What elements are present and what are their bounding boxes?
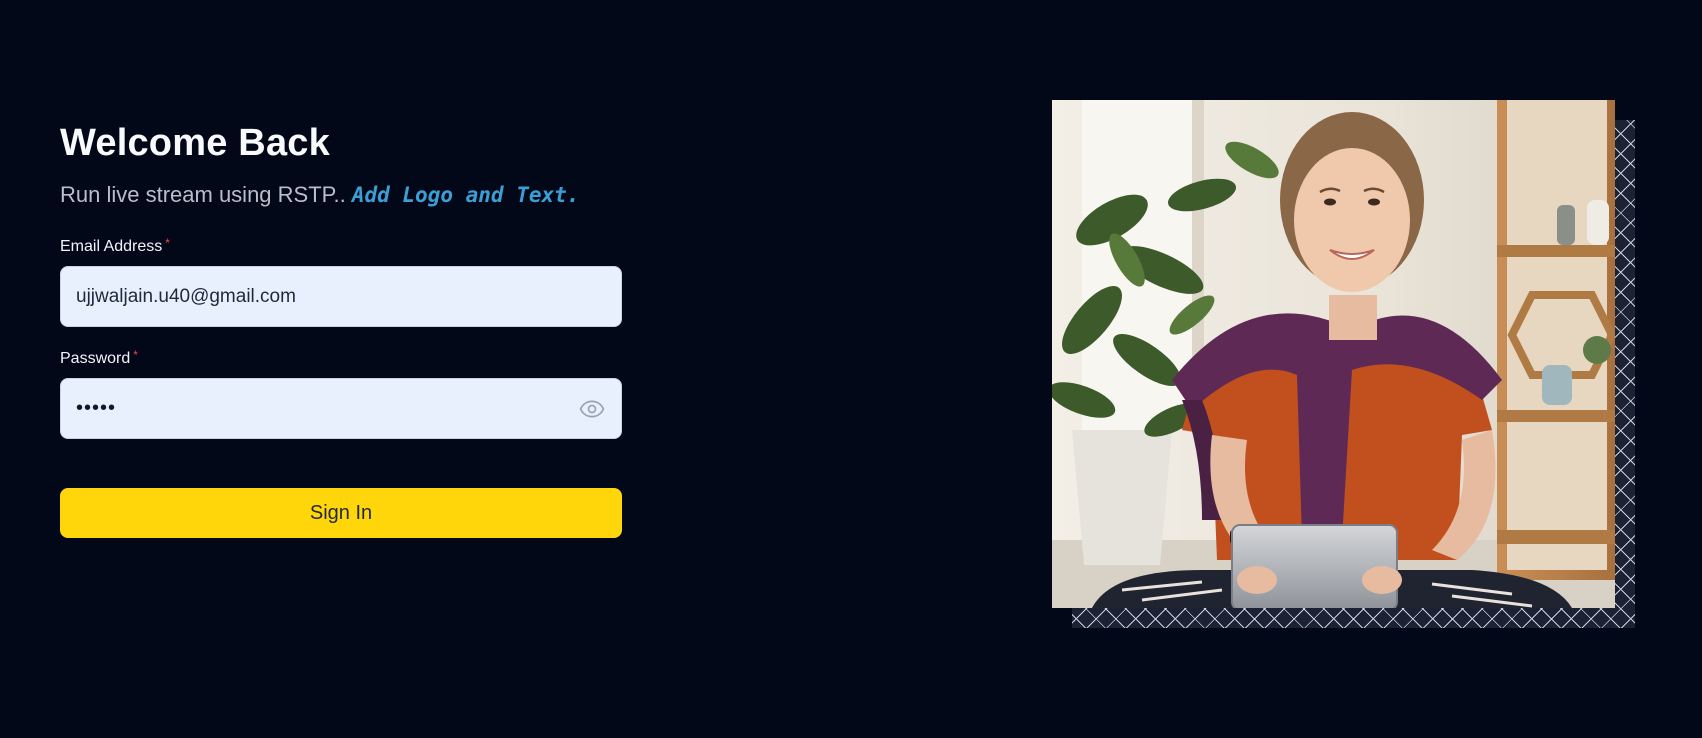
sign-in-button[interactable]: Sign In [60,488,622,538]
email-label: Email Address * [60,236,622,257]
email-value: ujjwaljain.u40@gmail.com [76,285,296,307]
email-label-text: Email Address [60,238,163,255]
page-title: Welcome Back [60,122,330,164]
password-label-text: Password [60,350,131,367]
subtitle-text: Run live stream using RSTP.. [60,182,346,207]
eye-icon[interactable] [579,396,605,422]
password-value: ••••• [76,397,117,419]
hero-photo [1052,100,1615,608]
required-marker: * [133,348,138,362]
login-page: Welcome Back Run live stream using RSTP.… [0,0,1702,738]
person-with-tablet-photo [1052,100,1615,608]
password-field[interactable]: ••••• [60,378,622,439]
required-marker: * [165,236,170,250]
password-label: Password * [60,348,622,369]
email-field[interactable]: ujjwaljain.u40@gmail.com [60,266,622,327]
login-form: Welcome Back Run live stream using RSTP.… [60,118,622,538]
subtitle-accent: Add Logo and Text. [351,183,580,207]
page-subtitle: Run live stream using RSTP.. Add Logo an… [60,180,622,210]
